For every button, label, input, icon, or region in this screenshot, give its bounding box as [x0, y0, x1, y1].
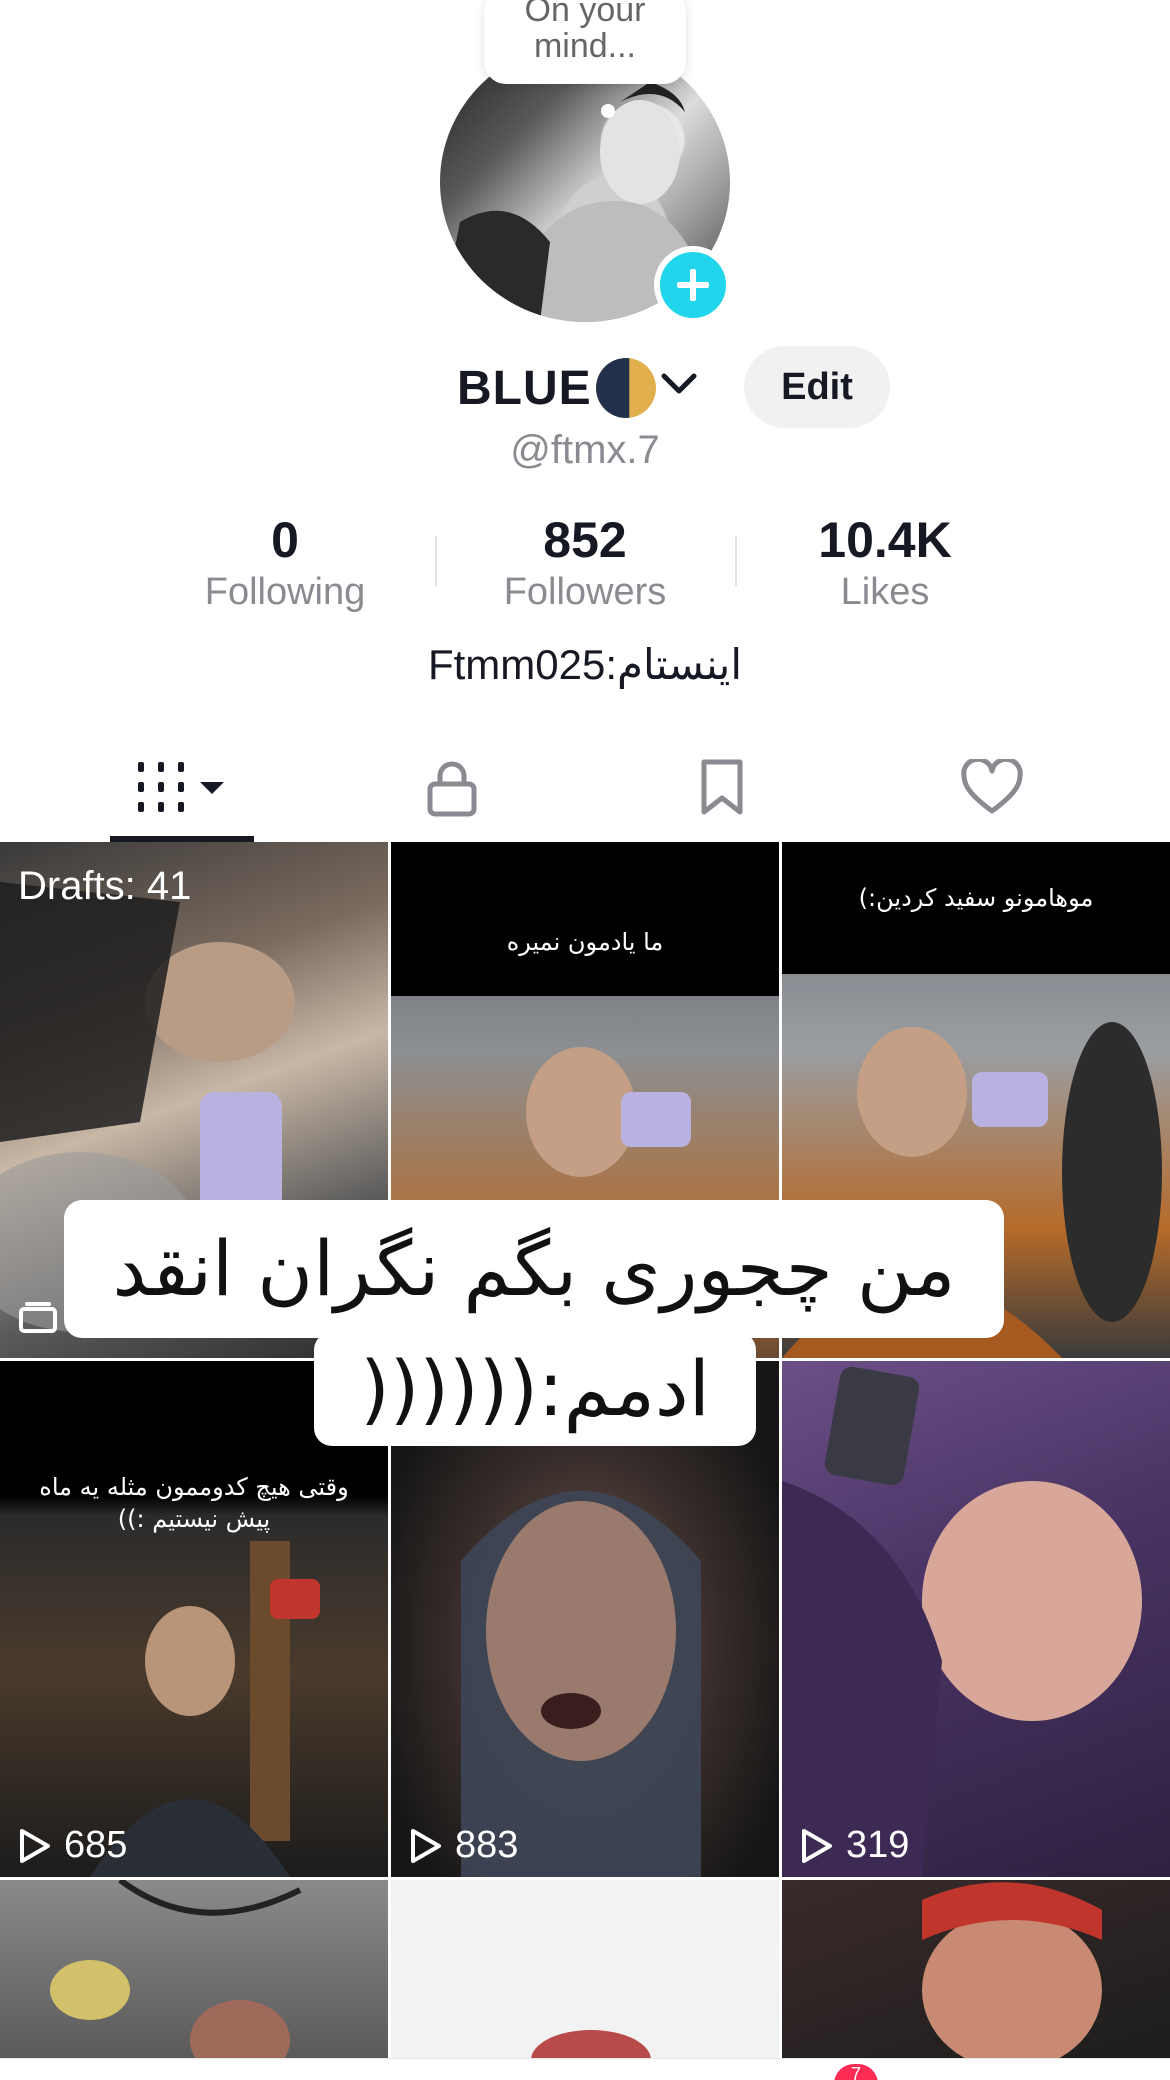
grid-icon — [138, 762, 224, 812]
note-bubble-line2: mind... — [533, 27, 637, 65]
view-count: 883 — [409, 1824, 518, 1867]
display-name-text: BLUE — [457, 361, 592, 415]
top-right-icons-fragment — [820, 0, 1120, 6]
view-count-value: 319 — [846, 1824, 910, 1866]
view-count-value: 883 — [455, 1824, 519, 1866]
video-tile[interactable] — [391, 1880, 779, 2060]
moon-emoji-icon — [595, 358, 656, 418]
followers-label: Followers — [503, 571, 667, 613]
drafts-stack-icon — [18, 1299, 58, 1338]
plus-icon — [677, 269, 709, 301]
followers-count: 852 — [543, 512, 627, 568]
likes-label: Likes — [840, 571, 930, 613]
lock-icon — [427, 761, 477, 817]
note-bubble-line1: On your — [524, 0, 646, 29]
overlay-caption-line1: من چجوری بگم نگران انقد — [64, 1200, 1004, 1338]
video-tile[interactable]: 319 — [782, 1361, 1170, 1877]
view-count: 685 — [18, 1824, 127, 1867]
tab-private[interactable] — [380, 738, 524, 838]
view-count: 319 — [800, 1824, 909, 1867]
video-tile[interactable] — [782, 1880, 1170, 2060]
stat-likes[interactable]: 10.4K Likes — [765, 510, 1005, 614]
tab-videos[interactable] — [110, 738, 254, 838]
bubble-tail — [601, 104, 615, 118]
tab-liked[interactable] — [920, 738, 1064, 838]
add-avatar-button[interactable] — [654, 246, 732, 324]
tab-favorites[interactable] — [650, 738, 794, 838]
play-icon — [411, 1828, 441, 1863]
bottom-nav — [0, 2058, 1170, 2080]
username-handle: @ftmx.7 — [510, 428, 660, 472]
status-bar-fragment — [40, 0, 120, 6]
overlay-caption-line2: ادمم:(((((( — [314, 1332, 756, 1446]
note-bubble[interactable]: On your mind... — [484, 0, 686, 84]
likes-count: 10.4K — [818, 512, 952, 568]
display-name[interactable]: BLUE — [457, 358, 656, 418]
play-icon — [802, 1828, 832, 1863]
profile-bio: اینستام:Ftmm025 — [427, 641, 743, 688]
view-count-value: 685 — [64, 1824, 128, 1866]
video-tile[interactable] — [0, 1880, 388, 2060]
chevron-down-icon[interactable] — [660, 372, 698, 401]
stat-following[interactable]: 0 Following — [165, 510, 405, 614]
stat-followers[interactable]: 852 Followers — [465, 510, 705, 614]
bookmark-icon — [701, 759, 743, 815]
following-count: 0 — [271, 512, 299, 568]
following-label: Following — [204, 571, 366, 613]
heart-icon — [961, 759, 1023, 814]
play-icon — [20, 1828, 50, 1863]
stat-divider — [735, 536, 737, 586]
edit-profile-button[interactable]: Edit — [744, 346, 890, 428]
drafts-label: Drafts: 41 — [18, 864, 192, 908]
stat-divider — [435, 536, 437, 586]
